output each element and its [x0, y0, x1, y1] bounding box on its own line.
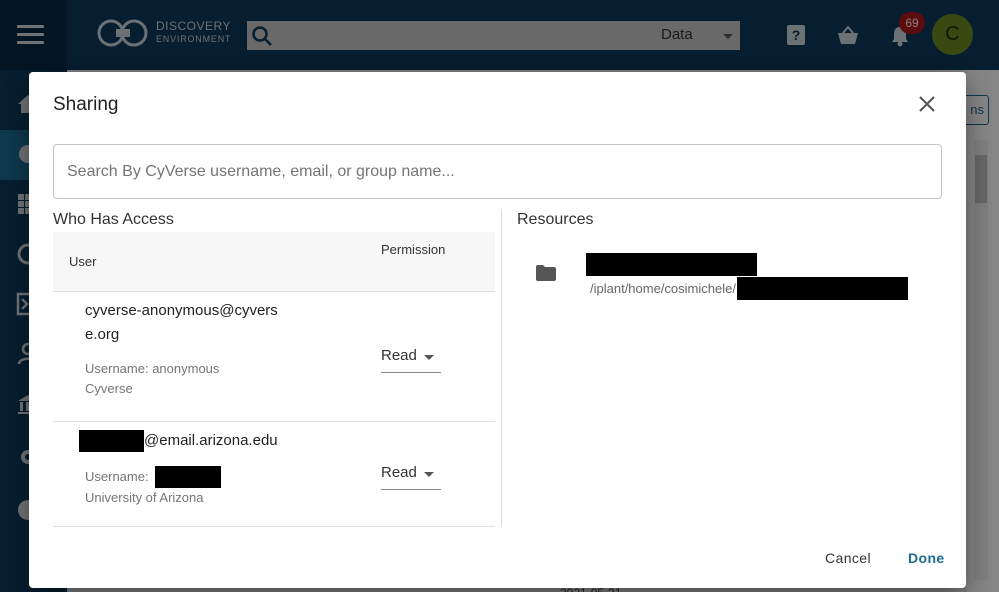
user-username-line: Username:	[85, 466, 221, 488]
resources-label: Resources	[517, 211, 594, 228]
user-institution: Cyverse	[85, 381, 133, 396]
redacted-block	[586, 253, 757, 276]
dialog-title: Sharing	[53, 94, 119, 115]
user-details: Username: University of Arizona	[85, 466, 221, 508]
user-username: Username: anonymous	[85, 361, 220, 376]
table-row: @email.arizona.edu Username: University …	[53, 422, 495, 527]
resource-path-prefix: /iplant/home/cosimichele/	[590, 281, 736, 296]
user-institution: University of Arizona	[85, 490, 204, 505]
user-name: @email.arizona.edu	[79, 429, 278, 453]
access-table-header: User Permission	[53, 232, 495, 292]
user-email-suffix: @email.arizona.edu	[144, 432, 278, 449]
share-search-input[interactable]	[53, 144, 942, 199]
table-row: cyverse-anonymous@cyverse.org Username: …	[53, 293, 495, 422]
user-column-header: User	[69, 254, 97, 269]
redacted-block	[79, 430, 144, 452]
permission-value: Read	[381, 464, 417, 481]
done-button[interactable]: Done	[908, 550, 945, 566]
close-icon[interactable]	[917, 94, 937, 114]
user-details: Username: anonymous Cyverse	[85, 359, 265, 399]
permission-value: Read	[381, 347, 417, 364]
folder-icon	[536, 265, 556, 281]
user-username-prefix: Username:	[85, 469, 149, 484]
permission-column-header: Permission	[381, 242, 446, 257]
redacted-block	[736, 277, 908, 300]
column-divider	[501, 209, 502, 527]
user-name: cyverse-anonymous@cyverse.org	[85, 302, 278, 343]
redacted-block	[154, 466, 221, 488]
chevron-down-icon	[424, 355, 434, 360]
cancel-button[interactable]: Cancel	[825, 550, 871, 566]
who-has-access-label: Who Has Access	[53, 211, 174, 228]
chevron-down-icon	[424, 472, 434, 477]
permission-select[interactable]: Read	[381, 343, 441, 373]
resource-path: /iplant/home/cosimichele/	[590, 277, 908, 300]
sharing-dialog: Sharing Who Has Access Resources User Pe…	[29, 72, 966, 588]
permission-select[interactable]: Read	[381, 460, 441, 490]
